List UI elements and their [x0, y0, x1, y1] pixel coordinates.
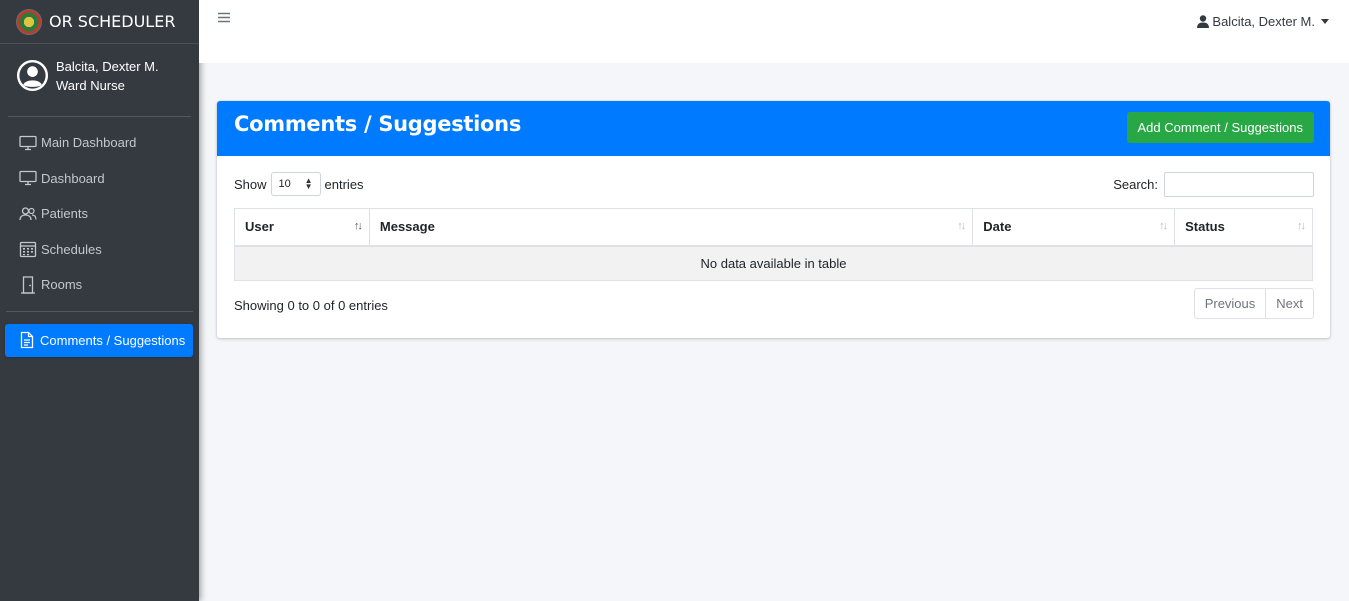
card-header: Comments / Suggestions Add Comment / Sug…	[217, 101, 1330, 156]
top-navbar: Balcita, Dexter M.	[199, 0, 1349, 63]
sidebar-item-label: Dashboard	[41, 170, 105, 186]
table-search: Search:	[1113, 171, 1314, 197]
entries-select[interactable]: 10 ▲ ▼	[270, 172, 321, 196]
sort-icon: ↑↓	[353, 220, 363, 232]
select-arrows-icon: ▲ ▼	[304, 176, 313, 191]
empty-table-message: No data available in table	[234, 245, 1313, 281]
show-label: Show	[234, 176, 267, 192]
column-header-label: Message	[379, 219, 435, 235]
comments-card: Comments / Suggestions Add Comment / Sug…	[217, 101, 1330, 338]
sort-icon: ↑↓	[1297, 220, 1306, 232]
previous-button[interactable]: Previous	[1195, 289, 1266, 318]
sidebar-item-label: Schedules	[41, 241, 102, 257]
user-menu-label: Balcita, Dexter M.	[1212, 14, 1315, 29]
menu-toggle-icon[interactable]	[218, 10, 230, 27]
sidebar-nav: Main Dashboard Dashboard Patients Schedu…	[0, 117, 199, 357]
door-icon	[18, 276, 38, 294]
sidebar-item-label: Comments / Suggestions	[40, 332, 186, 348]
table-header-row: User ↑↓ Message ↑↓ Date ↑↓ Status ↑↓	[234, 208, 1313, 247]
sidebar-item-patients[interactable]: Patients	[6, 196, 193, 232]
table-row: No data available in table	[234, 245, 1313, 281]
sidebar-item-schedules[interactable]: Schedules	[6, 232, 193, 268]
user-info: Balcita, Dexter M. Ward Nurse	[56, 57, 159, 95]
table-controls: Show 10 ▲ ▼ entries Search:	[234, 171, 1314, 197]
sidebar: OR SCHEDULER Balcita, Dexter M. Ward Nur…	[0, 0, 199, 601]
sidebar-item-rooms[interactable]: Rooms	[6, 267, 193, 303]
desktop-icon	[18, 169, 38, 187]
column-header-label: User	[245, 219, 274, 235]
sidebar-item-comments-suggestions[interactable]: Comments / Suggestions	[5, 323, 193, 357]
user-role: Ward Nurse	[56, 78, 125, 93]
entries-select-value: 10	[278, 178, 291, 190]
caret-down-icon	[1321, 19, 1329, 24]
comments-table: User ↑↓ Message ↑↓ Date ↑↓ Status ↑↓ No data…	[234, 208, 1313, 281]
sidebar-item-label: Patients	[41, 206, 88, 222]
page-title: Comments / Suggestions	[234, 112, 522, 136]
table-info: Showing 0 to 0 of 0 entries	[234, 298, 388, 313]
brand-logo	[16, 8, 42, 35]
sort-icon: ↑↓	[957, 220, 966, 232]
sidebar-item-dashboard[interactable]: Dashboard	[6, 161, 193, 197]
column-header-label: Status	[1185, 219, 1225, 235]
sidebar-item-main-dashboard[interactable]: Main Dashboard	[6, 125, 193, 161]
user-name[interactable]: Balcita, Dexter M.	[56, 57, 159, 76]
column-header-date[interactable]: Date ↑↓	[972, 208, 1176, 247]
calendar-icon	[18, 240, 38, 258]
search-label: Search:	[1113, 176, 1158, 192]
next-button[interactable]: Next	[1265, 289, 1313, 318]
sidebar-item-label: Rooms	[41, 277, 83, 293]
brand-link[interactable]: OR SCHEDULER	[0, 0, 199, 44]
user-icon	[1197, 15, 1210, 28]
column-header-message[interactable]: Message ↑↓	[368, 208, 974, 247]
users-icon	[18, 205, 38, 223]
column-header-status[interactable]: Status ↑↓	[1174, 208, 1313, 247]
search-input[interactable]	[1164, 171, 1314, 197]
sidebar-item-label: Main Dashboard	[41, 135, 137, 151]
add-comment-button[interactable]: Add Comment / Suggestions	[1126, 112, 1314, 143]
sort-icon: ↑↓	[1159, 220, 1168, 232]
sidebar-divider	[6, 310, 193, 312]
column-header-user[interactable]: User ↑↓	[234, 208, 370, 247]
file-text-icon	[17, 331, 37, 349]
entries-length-control: Show 10 ▲ ▼ entries	[234, 171, 364, 197]
desktop-icon	[18, 134, 38, 152]
entries-label: entries	[324, 176, 364, 192]
user-avatar-icon	[16, 59, 49, 92]
user-dropdown[interactable]: Balcita, Dexter M.	[1197, 14, 1329, 29]
user-panel: Balcita, Dexter M. Ward Nurse	[8, 44, 191, 117]
column-header-label: Date	[983, 219, 1012, 235]
brand-title: OR SCHEDULER	[49, 12, 176, 31]
pagination: Previous Next	[1193, 288, 1314, 319]
